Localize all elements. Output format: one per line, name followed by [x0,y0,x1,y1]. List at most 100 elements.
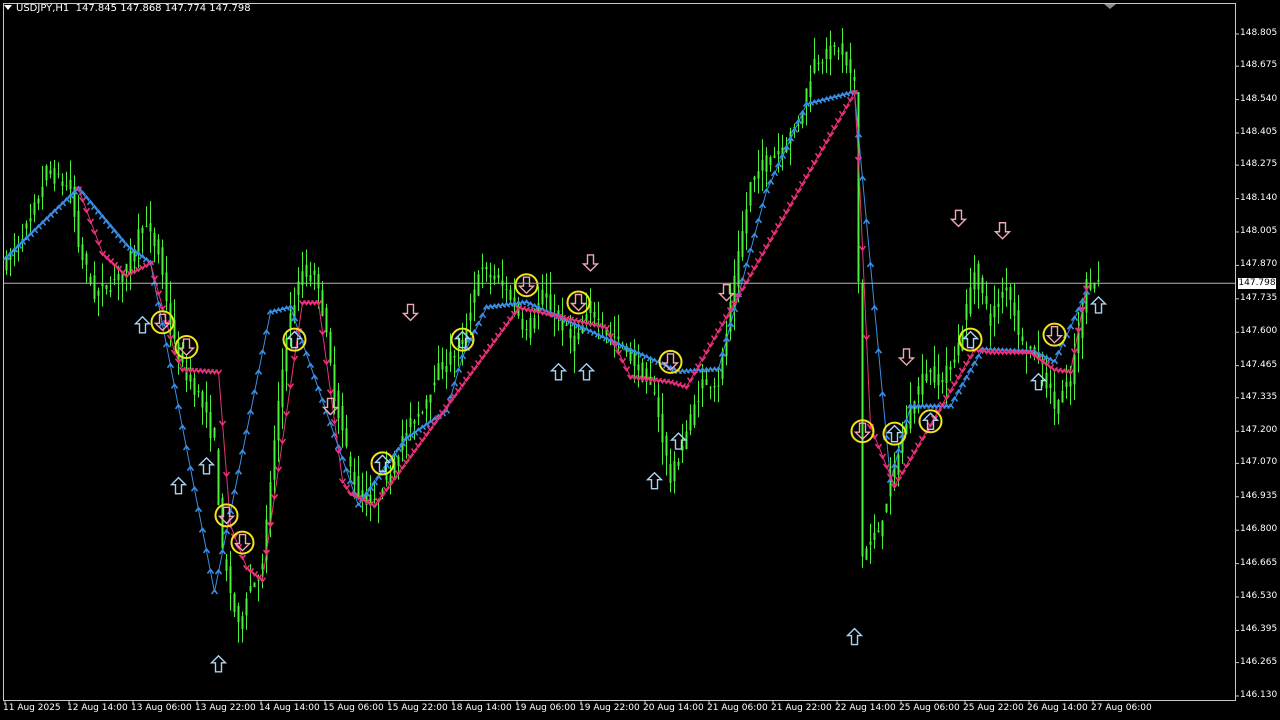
candle-body [481,267,484,270]
candle-body [129,251,132,275]
candle-body [809,81,812,98]
y-tick-label: 148.405 [1240,126,1278,137]
x-tick-label: 19 Aug 22:00 [579,703,640,713]
candle-body [705,379,708,386]
candle-body [841,43,844,55]
candle-body [97,290,100,296]
candle-body [973,272,976,290]
candle-body [253,582,256,588]
candle-body [813,58,816,73]
candle-body [53,168,56,184]
candle-body [569,328,572,339]
candle-body [117,273,120,281]
candle-body [449,351,452,365]
candle-body [245,598,248,616]
x-tick-label: 14 Aug 14:00 [259,703,320,713]
candle-body [921,373,924,395]
candle-body [429,394,432,403]
ohlc-values: 147.845 147.868 147.774 147.798 [75,3,251,14]
candle-body [701,379,704,389]
x-tick-label: 21 Aug 06:00 [707,703,768,713]
candle-body [1065,381,1068,388]
candle-body [25,223,28,229]
candle-body [577,332,580,340]
candle-body [1097,279,1100,282]
candle-body [161,247,164,276]
candle-body [361,490,364,498]
candle-body [585,314,588,321]
price-chart[interactable] [0,0,1280,720]
symbol-label: USDJPY,H1 [16,3,70,14]
candle-body [1057,399,1060,414]
candle-body [477,274,480,296]
candle-body [373,498,376,500]
candle-body [857,91,860,282]
y-tick-label: 148.540 [1240,93,1278,104]
y-tick-label: 147.070 [1240,457,1278,468]
x-tick-label: 22 Aug 14:00 [835,703,896,713]
candle-body [869,541,872,545]
candle-body [1073,354,1076,385]
candle-body [85,253,88,265]
candle-body [317,274,320,289]
candle-body [201,391,204,408]
candle-body [209,412,212,439]
candle-body [977,263,980,290]
candle-body [533,318,536,329]
candle-body [397,456,400,466]
x-tick-label: 20 Aug 14:00 [643,703,704,713]
candle-body [769,157,772,166]
candle-body [137,229,140,253]
candle-body [505,289,508,291]
y-tick-label: 146.395 [1240,624,1278,635]
candle-body [597,318,600,321]
candle-body [41,186,44,198]
candle-body [325,307,328,333]
chart-menu-icon[interactable] [4,5,12,10]
candle-body [353,472,356,485]
candle-body [853,76,856,81]
candle-body [165,272,168,302]
candle-body [777,150,780,155]
candle-body [881,520,884,537]
candle-body [205,401,208,413]
candle-body [657,397,660,418]
candle-body [145,226,148,228]
candle-body [329,331,332,364]
candle-body [77,210,80,248]
candle-body [637,364,640,371]
candle-body [1001,291,1004,298]
candle-body [749,182,752,206]
candle-body [741,231,744,257]
candle-body [113,279,116,281]
candle-body [425,399,428,409]
candle-body [61,181,64,187]
x-tick-label: 11 Aug 2025 [3,703,61,713]
y-tick-label: 146.935 [1240,490,1278,501]
candle-body [1029,346,1032,349]
x-tick-label: 15 Aug 06:00 [323,703,384,713]
candle-body [349,456,352,467]
candle-body [529,317,532,339]
candle-body [877,530,880,533]
candle-body [997,303,1000,308]
candle-body [1009,287,1012,301]
candle-body [93,275,96,300]
candle-body [493,275,496,280]
candle-body [213,427,216,438]
candle-body [109,290,112,293]
y-tick-label: 148.275 [1240,159,1278,170]
candle-body [249,586,252,592]
candle-body [225,559,228,571]
candle-body [661,413,664,443]
candle-body [593,311,596,318]
candle-body [473,289,476,303]
candle-body [745,209,748,234]
candle-body [157,239,160,255]
candle-body [153,232,156,247]
candle-body [37,198,40,204]
candle-body [953,359,956,363]
candle-body [817,62,820,64]
candle-body [1021,336,1024,342]
candle-body [573,335,576,352]
